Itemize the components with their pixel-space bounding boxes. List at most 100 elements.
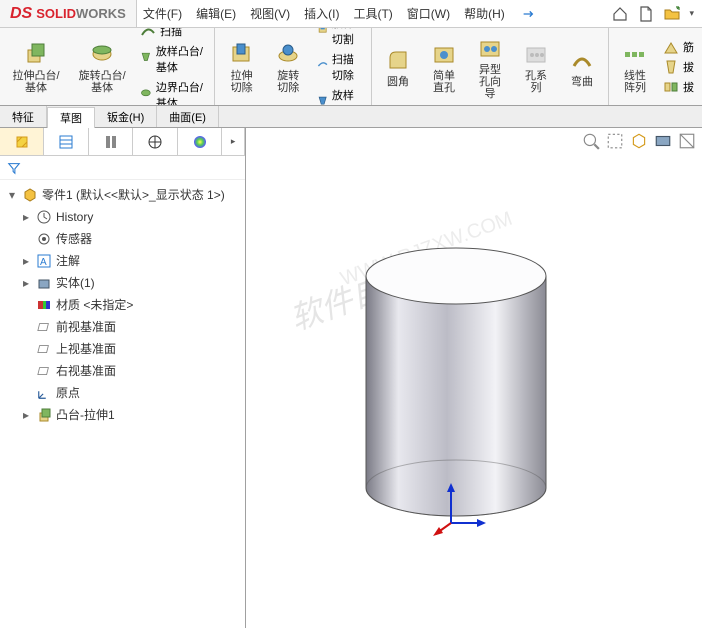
menu-tools[interactable]: 工具(T) <box>353 5 392 22</box>
extrude-boss-button[interactable]: 拉伸凸台/基体 <box>6 38 66 96</box>
panel-tab-dim[interactable] <box>133 128 177 155</box>
tree-origin[interactable]: 原点 <box>2 382 243 404</box>
tree-top-plane[interactable]: 上视基准面 <box>2 338 243 360</box>
boundary-button[interactable]: 边界凸台/基体 <box>138 78 208 107</box>
view-triad-icon <box>431 478 491 538</box>
linear-pattern-button[interactable]: 线性阵列 <box>615 38 655 96</box>
revolve-cut-button[interactable]: 旋转切除 <box>268 38 309 96</box>
tree-boss-extrude[interactable]: ▸ 凸台-拉伸1 <box>2 404 243 426</box>
extrude-icon <box>22 40 50 68</box>
hole-simple-icon <box>430 40 458 68</box>
loft-cut2-button[interactable]: 放样切割 <box>315 86 365 107</box>
loft-cut-button[interactable]: 放样切割 <box>315 28 365 48</box>
tab-surface[interactable]: 曲面(E) <box>157 106 219 127</box>
app-logo: DS SOLID WORKS <box>0 0 137 27</box>
tree-front-label: 前视基准面 <box>56 318 116 336</box>
open-icon[interactable] <box>663 5 681 23</box>
tree-root[interactable]: ▾ 零件1 (默认<<默认>_显示状态 1>) <box>2 184 243 206</box>
loft-label: 放样凸台/基体 <box>156 43 206 75</box>
mirror-label: 拔 <box>683 79 694 95</box>
boss-extrude-icon <box>36 407 52 423</box>
panel-tab-more[interactable]: ▸ <box>222 128 245 155</box>
sweep-label: 扫描 <box>160 28 182 39</box>
expand-icon[interactable]: ▸ <box>20 406 32 424</box>
view-orientation-icon[interactable] <box>630 132 648 150</box>
panel-tab-appearance[interactable] <box>178 128 222 155</box>
revolve-cut-icon <box>274 40 302 68</box>
menu-pin-icon[interactable] <box>519 5 537 23</box>
graphics-viewport[interactable]: WWW.RJZXW.COM 软件自学网 <box>246 128 702 628</box>
fillet-button[interactable]: 圆角 <box>378 44 418 90</box>
home-icon[interactable] <box>611 5 629 23</box>
menu-file[interactable]: 文件(F) <box>143 5 182 22</box>
expand-icon[interactable]: ▸ <box>20 252 32 270</box>
qat-dropdown-icon[interactable]: ▾ <box>689 8 694 19</box>
menu-help[interactable]: 帮助(H) <box>464 5 505 22</box>
menu-window[interactable]: 窗口(W) <box>407 5 450 22</box>
sweep-button[interactable]: 扫描 <box>138 28 208 40</box>
tab-sketch[interactable]: 草图 <box>47 107 95 128</box>
menu-edit[interactable]: 编辑(E) <box>196 5 236 22</box>
ribbon-group-pattern: 线性阵列 筋 拔 拔 <box>609 28 702 105</box>
tab-sheetmetal[interactable]: 钣金(H) <box>95 106 157 127</box>
tree-right-plane[interactable]: 右视基准面 <box>2 360 243 382</box>
tab-features[interactable]: 特征 <box>0 106 47 127</box>
tree-annotations[interactable]: ▸ A 注解 <box>2 250 243 272</box>
wrap-button[interactable]: 弯曲 <box>562 44 602 90</box>
ribbon-group-features: 圆角 简单直孔 异型孔向导 孔系列 弯曲 <box>372 28 609 105</box>
draft-button[interactable]: 拔 <box>661 58 696 76</box>
hole-simple-button[interactable]: 简单直孔 <box>424 38 464 96</box>
title-quickaccess: ▾ <box>611 5 702 23</box>
hole-series-icon <box>522 40 550 68</box>
expand-icon[interactable]: ▸ <box>20 274 32 292</box>
view-heads-up-toolbar <box>582 132 696 150</box>
menu-insert[interactable]: 插入(I) <box>304 5 339 22</box>
part-icon <box>22 187 38 203</box>
rib-label: 筋 <box>683 39 694 55</box>
hole-wizard-icon <box>476 34 504 62</box>
hole-series-label: 孔系列 <box>520 70 552 94</box>
panel-tab-feature-tree[interactable] <box>0 128 44 155</box>
boundary-icon <box>140 87 152 103</box>
menu-view[interactable]: 视图(V) <box>250 5 290 22</box>
panel-tab-property[interactable] <box>44 128 88 155</box>
loft-button[interactable]: 放样凸台/基体 <box>138 42 208 76</box>
rib-button[interactable]: 筋 <box>661 38 696 56</box>
tree-history[interactable]: ▸ History <box>2 206 243 228</box>
origin-icon <box>36 385 52 401</box>
new-doc-icon[interactable] <box>637 5 655 23</box>
wrap-label: 弯曲 <box>571 76 593 88</box>
draft-label: 拔 <box>683 59 694 75</box>
extrude-label: 拉伸凸台/基体 <box>10 70 62 94</box>
tree-sensors[interactable]: 传感器 <box>2 228 243 250</box>
logo-brand2: WORKS <box>76 6 126 21</box>
boundary-label: 边界凸台/基体 <box>156 79 206 107</box>
plane-icon <box>36 341 52 357</box>
hole-wizard-button[interactable]: 异型孔向导 <box>470 32 510 102</box>
menubar: 文件(F) 编辑(E) 视图(V) 插入(I) 工具(T) 窗口(W) 帮助(H… <box>137 0 612 27</box>
ribbon: 拉伸凸台/基体 旋转凸台/基体 扫描 放样凸台/基体 边界凸台/基体 <box>0 28 702 106</box>
collapse-icon[interactable]: ▾ <box>6 186 18 204</box>
section-view-icon[interactable] <box>678 132 696 150</box>
tree-right-label: 右视基准面 <box>56 362 116 380</box>
draft-icon <box>663 59 679 75</box>
mirror-button[interactable]: 拔 <box>661 78 696 96</box>
tree-filter-row <box>0 156 245 180</box>
swept-cut-icon <box>317 59 328 75</box>
extrude-cut-icon <box>228 40 256 68</box>
panel-tabs: ▸ <box>0 128 245 156</box>
linear-pattern-icon <box>621 40 649 68</box>
tree-front-plane[interactable]: 前视基准面 <box>2 316 243 338</box>
swept-cut-button[interactable]: 扫描切除 <box>315 50 365 84</box>
zoom-fit-icon[interactable] <box>582 132 600 150</box>
zoom-area-icon[interactable] <box>606 132 624 150</box>
display-style-icon[interactable] <box>654 132 672 150</box>
expand-icon[interactable]: ▸ <box>20 208 32 226</box>
tree-top-label: 上视基准面 <box>56 340 116 358</box>
filter-icon[interactable] <box>6 160 22 176</box>
revolve-boss-button[interactable]: 旋转凸台/基体 <box>72 38 132 96</box>
tree-material[interactable]: 材质 <未指定> <box>2 294 243 316</box>
panel-tab-config[interactable] <box>89 128 133 155</box>
tree-solidbodies[interactable]: ▸ 实体(1) <box>2 272 243 294</box>
extrude-cut-button[interactable]: 拉伸切除 <box>221 38 262 96</box>
